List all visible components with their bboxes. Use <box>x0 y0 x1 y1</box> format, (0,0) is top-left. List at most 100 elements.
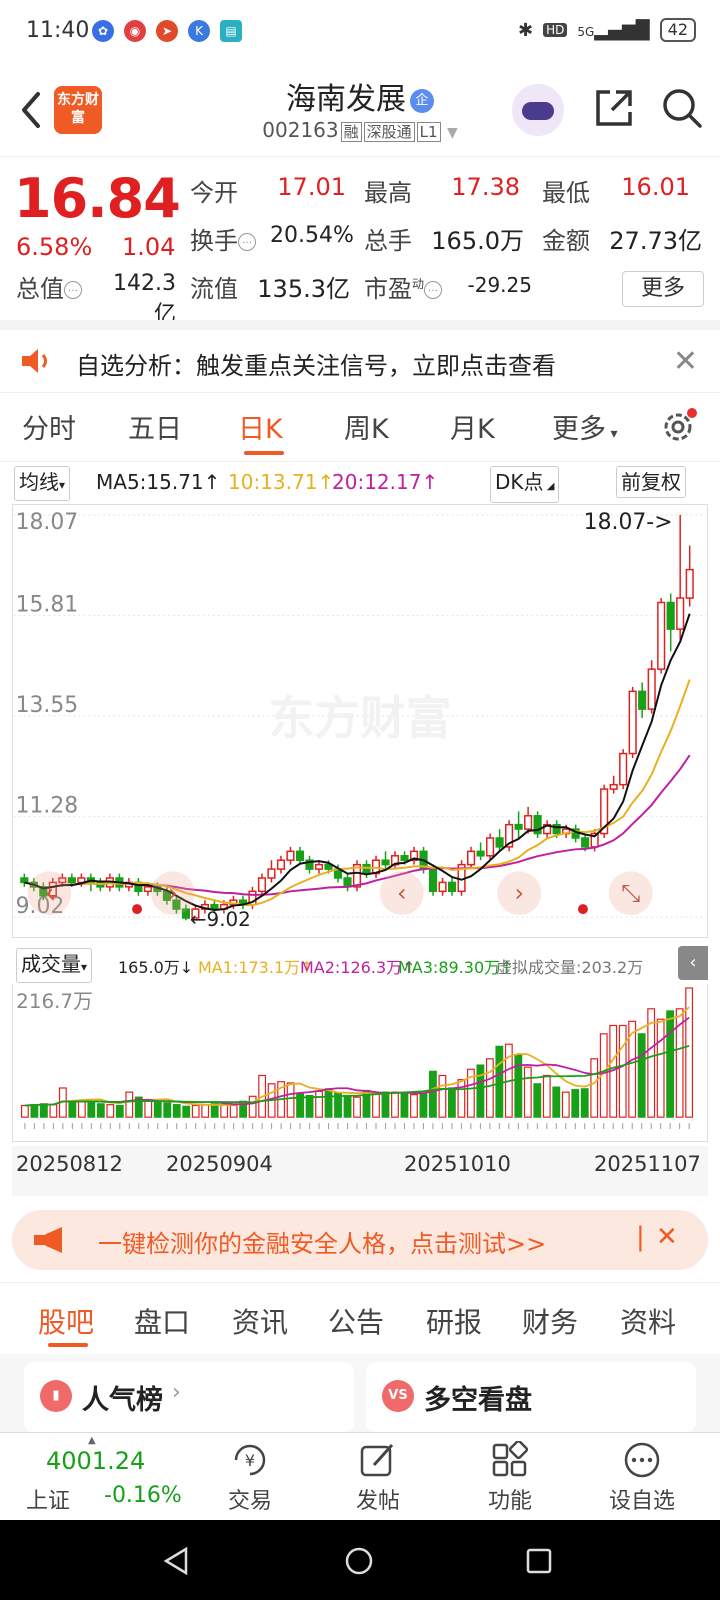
promo-text: 一键检测你的金融安全人格，点击测试>> <box>98 1230 547 1258</box>
edit-post-icon[interactable] <box>358 1441 398 1479</box>
chevron-right-icon: › <box>172 1380 181 1405</box>
kline-chart[interactable]: 18.0715.8113.5511.289.02东方财富18.07->←9.02… <box>12 504 708 938</box>
volume-bar <box>457 1079 466 1118</box>
candle-body <box>20 877 29 884</box>
level-tag: L1 <box>416 122 441 142</box>
nav-recents-icon[interactable] <box>524 1546 554 1576</box>
popularity-card[interactable]: ▮ 人气榜 › <box>24 1362 354 1432</box>
system-nav-bar <box>0 1520 720 1600</box>
adjust-button[interactable]: 前复权 <box>616 466 686 498</box>
signal-icon: 5G▂▄▆█ <box>577 19 650 41</box>
more-button[interactable]: 更多 <box>622 271 704 307</box>
ma-select[interactable]: 均线▾ <box>14 466 71 501</box>
ma10-value: 10:13.71↑ <box>228 470 335 494</box>
low-value: 16.01 <box>621 173 690 201</box>
chart-nav-glyph: ‹ <box>397 879 407 907</box>
volume-axis-max: 216.7万 <box>16 990 93 1013</box>
k-app-icon: K <box>188 20 210 42</box>
volume-bar <box>172 1104 181 1118</box>
volume-select[interactable]: 成交量▾ <box>16 948 93 983</box>
signal-dot <box>577 904 588 915</box>
volume-bar <box>618 1024 627 1118</box>
index-value[interactable]: 4001.24 <box>46 1447 145 1475</box>
volume-bar <box>381 1091 390 1118</box>
active-tab-indicator <box>48 1343 88 1347</box>
tab-guba[interactable]: 股吧 <box>38 1301 94 1341</box>
volume-bar <box>77 1099 86 1118</box>
volume-bar <box>229 1104 238 1118</box>
nav-functions[interactable]: 功能 <box>470 1483 550 1515</box>
tab-five-day[interactable]: 五日 <box>128 407 182 446</box>
tab-daily-k[interactable]: 日K <box>238 407 283 446</box>
card-label: 多空看盘 <box>424 1385 532 1416</box>
nav-trade[interactable]: 交易 <box>210 1483 290 1515</box>
bull-bear-card[interactable]: VS 多空看盘 <box>366 1362 696 1432</box>
promo-banner[interactable]: 一键检测你的金融安全人格，点击测试>> | ✕ <box>12 1210 708 1270</box>
tab-research[interactable]: 研报 <box>426 1301 482 1341</box>
yuan-exchange-icon[interactable]: ¥ <box>230 1441 270 1479</box>
hd-icon: HD <box>543 23 568 37</box>
index-percent[interactable]: -0.16% <box>104 1483 182 1508</box>
enterprise-badge: 企 <box>410 88 434 113</box>
signal-notice[interactable]: 自选分析：触发重点关注信号，立即点击查看 ✕ <box>0 320 720 390</box>
watermark: 东方财富 <box>268 692 451 745</box>
volume-bar <box>495 1045 504 1118</box>
high-marker: 18.07-> <box>584 510 673 535</box>
tab-monthly-k[interactable]: 月K <box>450 407 495 446</box>
float-cap-value: 135.3亿 <box>257 275 350 303</box>
search-icon[interactable] <box>660 86 704 130</box>
volume-bar <box>201 1104 210 1118</box>
turnover-label: 换手… <box>190 221 256 256</box>
close-icon[interactable]: ✕ <box>673 344 698 379</box>
volume-current: 165.0万↓ <box>118 958 194 977</box>
more-dots-icon[interactable] <box>622 1441 662 1479</box>
stock-header: 东方财富 海南发展企 002163 融深股通 L1 ▼ <box>0 66 720 154</box>
megaphone-icon <box>34 1227 62 1253</box>
active-tab-indicator <box>244 451 284 455</box>
tab-intraday[interactable]: 分时 <box>22 407 76 446</box>
collapse-panel-icon[interactable]: ‹ <box>678 946 708 980</box>
tab-pankou[interactable]: 盘口 <box>134 1301 190 1341</box>
tab-weekly-k[interactable]: 周K <box>344 407 389 446</box>
gear-icon[interactable] <box>658 407 698 447</box>
index-name[interactable]: 上证 <box>26 1483 70 1515</box>
nav-post[interactable]: 发帖 <box>338 1483 418 1515</box>
chart-toolbar: 均线▾ MA5:15.71↑ 10:13.71↑ 20:12.17↑ DK点 ◢… <box>0 464 720 503</box>
tab-finance[interactable]: 财务 <box>522 1301 578 1341</box>
close-icon[interactable]: ✕ <box>656 1222 678 1252</box>
notice-text: 自选分析：触发重点关注信号，立即点击查看 <box>76 352 556 380</box>
volume-bar <box>372 1092 380 1118</box>
amount-value: 27.73亿 <box>609 227 702 255</box>
candle-body <box>676 597 685 630</box>
grid-apps-icon[interactable] <box>490 1441 530 1479</box>
volume-bar <box>182 1105 191 1118</box>
candle-body <box>447 881 457 893</box>
candle-body <box>467 850 476 866</box>
ai-robot-icon[interactable] <box>512 84 564 136</box>
volume-bar <box>571 1089 580 1118</box>
low-label: 最低 <box>542 179 590 207</box>
candle-body <box>628 690 637 755</box>
float-cap-label: 流值 <box>190 275 238 303</box>
volume-bar <box>637 1033 646 1118</box>
y-tick-label: 11.28 <box>16 794 79 819</box>
chart-nav-glyph: › <box>514 879 524 907</box>
candle-body <box>524 815 533 830</box>
tab-profile[interactable]: 资料 <box>620 1301 676 1341</box>
pe-label: 市盈动… <box>364 269 443 304</box>
volume-bar <box>400 1093 409 1118</box>
info-icon: … <box>238 233 256 251</box>
tab-more[interactable]: 更多 ▾ <box>552 407 617 446</box>
dk-point-button[interactable]: DK点 ◢ <box>490 466 560 503</box>
tab-news[interactable]: 资讯 <box>232 1301 288 1341</box>
candle-body <box>647 668 656 710</box>
nav-add-watchlist[interactable]: 设自选 <box>602 1483 682 1515</box>
nav-back-icon[interactable] <box>162 1546 192 1576</box>
tab-announcements[interactable]: 公告 <box>328 1301 384 1341</box>
share-icon[interactable] <box>592 86 636 130</box>
volume-bar <box>485 1058 494 1118</box>
volume-bar <box>324 1088 333 1118</box>
paw-icon: ✿ <box>92 20 114 42</box>
open-value: 17.01 <box>277 173 346 201</box>
nav-home-icon[interactable] <box>344 1546 374 1576</box>
